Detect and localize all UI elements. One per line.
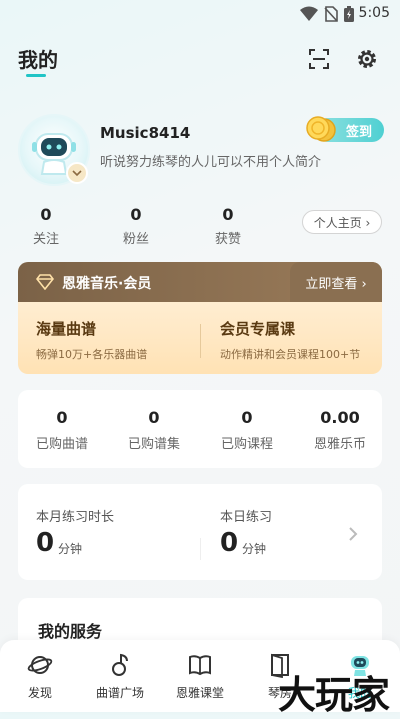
month-practice-label: 本月练习时长: [36, 510, 115, 525]
purchase-label: 恩雅乐币: [313, 437, 366, 452]
nav-classroom[interactable]: 恩雅课堂: [160, 652, 240, 701]
nav-sheet-square[interactable]: 曲谱广场: [80, 652, 160, 701]
today-practice-unit: 分钟: [242, 542, 267, 556]
planet-icon: [27, 656, 53, 674]
watermark: 大玩家: [278, 673, 390, 717]
stat-label: 粉丝: [122, 232, 149, 247]
purchase-label: 已购课程: [220, 437, 273, 452]
gear-icon: [358, 50, 376, 68]
stat-following[interactable]: 0 关注: [16, 205, 76, 247]
purchased-scores[interactable]: 0 已购曲谱: [22, 408, 102, 452]
stat-value: 0: [130, 205, 142, 224]
avatar-badge: [66, 162, 88, 184]
title-underline: [26, 74, 46, 77]
vip-feature-subtitle: 动作精讲和会员课程100+节: [220, 348, 361, 361]
purchase-value: 0: [241, 408, 253, 427]
chevron-down-icon: [72, 170, 82, 177]
profile-home-button[interactable]: 个人主页 ›: [302, 210, 382, 234]
purchase-label: 已购曲谱: [35, 437, 88, 452]
purchase-value: 0: [148, 408, 160, 427]
book-icon: [189, 655, 211, 676]
settings-button[interactable]: [354, 46, 380, 72]
diamond-icon: [36, 274, 54, 290]
practice-divider: [200, 538, 201, 560]
purchased-collections[interactable]: 0 已购谱集: [114, 408, 194, 452]
bio: 听说努力练琴的人儿可以不用个人简介: [100, 155, 322, 170]
wifi-icon: [300, 6, 318, 21]
vip-view-button[interactable]: 立即查看 ›: [290, 262, 382, 302]
purchases-card: 0 已购曲谱 0 已购谱集 0 已购课程 0.00 恩雅乐币: [18, 390, 382, 468]
scan-button[interactable]: [306, 46, 332, 72]
page-title: 我的: [18, 48, 58, 72]
vip-card[interactable]: 恩雅音乐·会员 立即查看 › 海量曲谱 畅弹10万+各乐器曲谱 会员专属课 动作…: [18, 262, 382, 374]
purchase-value: 0: [56, 408, 68, 427]
stat-value: 0: [222, 205, 234, 224]
music-note-icon: [112, 653, 128, 676]
purchase-value: 0.00: [320, 408, 360, 427]
today-practice-value: 0: [220, 528, 239, 558]
today-practice-label: 本日练习: [220, 510, 273, 525]
vip-header: 恩雅音乐·会员 立即查看 ›: [18, 262, 382, 302]
stat-value: 0: [40, 205, 52, 224]
vip-feature-title: 会员专属课: [220, 320, 296, 338]
nav-label: 曲谱广场: [95, 686, 144, 700]
practice-card[interactable]: 本月练习时长 0 分钟 本日练习 0 分钟: [18, 484, 382, 580]
status-bar: 5:05: [0, 0, 400, 28]
services-title: 我的服务: [38, 622, 103, 641]
month-practice-value: 0: [36, 528, 55, 558]
purchase-label: 已购谱集: [127, 437, 180, 452]
month-practice-unit: 分钟: [58, 542, 83, 556]
vip-feature-subtitle: 畅弹10万+各乐器曲谱: [36, 348, 148, 361]
stat-likes[interactable]: 0 获赞: [198, 205, 258, 247]
username: Music8414: [100, 124, 191, 142]
clock: 5:05: [358, 5, 390, 21]
vip-feature-title: 海量曲谱: [36, 320, 97, 338]
checkin-label: 签到: [346, 125, 373, 140]
nav-discover[interactable]: 发现: [0, 652, 80, 701]
battery-icon: [344, 6, 354, 22]
enya-coins[interactable]: 0.00 恩雅乐币: [300, 408, 380, 452]
scan-icon: [309, 49, 329, 69]
chevron-right-icon: [349, 527, 358, 541]
vip-title: 恩雅音乐·会员: [62, 276, 152, 292]
stat-label: 获赞: [214, 232, 241, 247]
nav-label: 恩雅课堂: [175, 686, 224, 700]
nav-label: 发现: [27, 686, 52, 700]
coin-icon: [306, 116, 336, 142]
stat-fans[interactable]: 0 粉丝: [106, 205, 166, 247]
no-sim-icon: [324, 6, 338, 22]
vip-divider: [200, 324, 201, 358]
purchased-courses[interactable]: 0 已购课程: [207, 408, 287, 452]
stat-label: 关注: [32, 232, 59, 247]
